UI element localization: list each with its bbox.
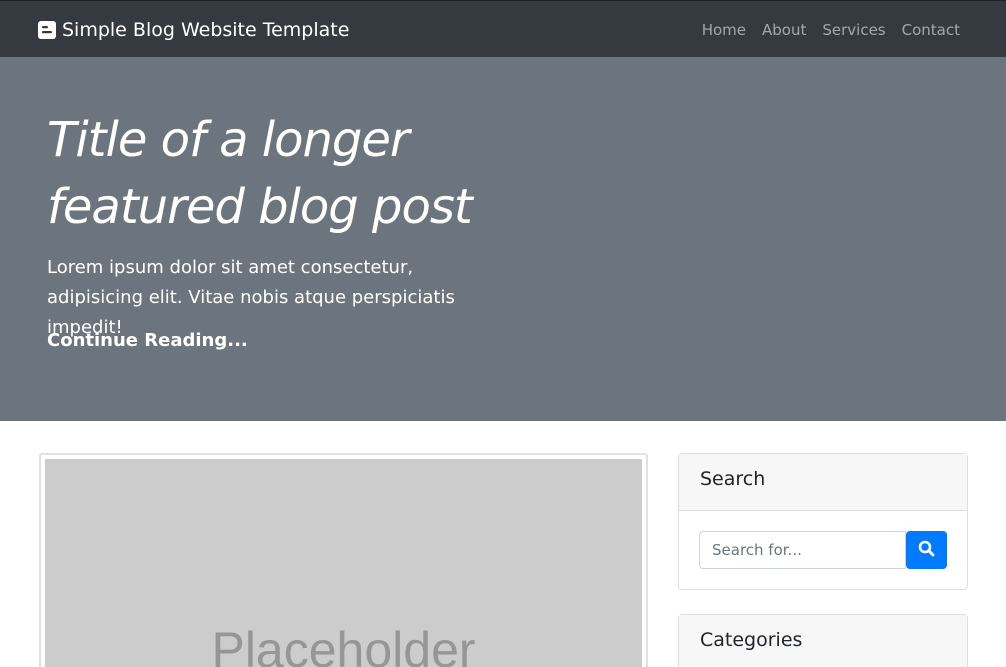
search-input[interactable] <box>699 531 906 569</box>
search-widget-title: Search <box>679 454 967 511</box>
nav-about[interactable]: About <box>762 19 806 41</box>
categories-widget: Categories <box>678 614 968 667</box>
hero-title: Title of a longer featured blog post <box>47 112 473 235</box>
nav-home[interactable]: Home <box>702 19 746 41</box>
blogger-icon <box>38 21 56 39</box>
categories-widget-title: Categories <box>679 615 967 667</box>
top-navbar: Simple Blog Website Template Home About … <box>0 0 1006 57</box>
continue-reading-link[interactable]: Continue Reading... <box>47 330 248 351</box>
post-image-placeholder[interactable]: Placeholder <box>45 459 642 667</box>
blog-post-card: Placeholder <box>39 453 648 667</box>
search-group <box>699 531 947 569</box>
search-icon <box>918 540 935 560</box>
featured-hero: Title of a longer featured blog post Lor… <box>0 57 1006 421</box>
search-button[interactable] <box>906 531 947 569</box>
search-widget: Search <box>678 453 968 590</box>
nav-contact[interactable]: Contact <box>902 19 960 41</box>
nav-services[interactable]: Services <box>822 19 885 41</box>
brand-link[interactable]: Simple Blog Website Template <box>38 17 349 43</box>
brand-text: Simple Blog Website Template <box>62 19 350 41</box>
nav-links: Home About Services Contact <box>702 19 960 41</box>
placeholder-text: Placeholder <box>211 622 476 667</box>
